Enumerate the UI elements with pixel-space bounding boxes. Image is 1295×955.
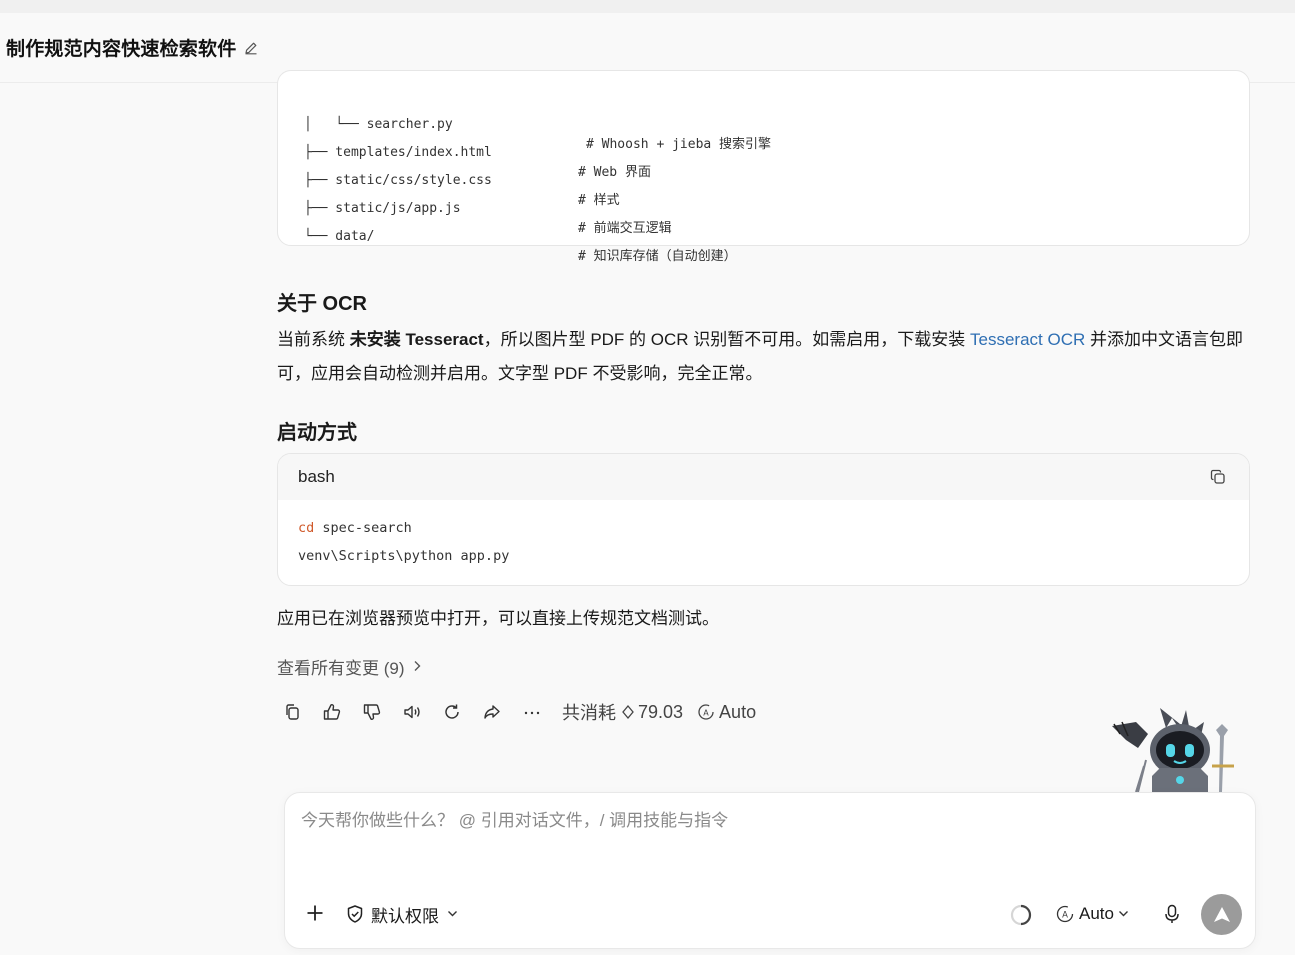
auto-mode-icon: A: [697, 703, 715, 721]
send-button[interactable]: [1201, 894, 1242, 935]
tree-path: └── data/: [304, 229, 375, 244]
code-line-1-rest: spec-search: [314, 520, 412, 536]
mascot-robot-image: [1108, 700, 1238, 793]
bash-code-block: bash cd spec-search venv\Scripts\python …: [277, 453, 1250, 586]
add-attachment-icon[interactable]: [303, 901, 327, 925]
more-options-icon[interactable]: [520, 700, 544, 724]
send-arrow-icon: [1213, 906, 1230, 922]
tree-line: ├── static/css/style.css # 样式: [278, 151, 620, 208]
tree-comment: # 样式: [578, 193, 620, 208]
shield-check-icon: [345, 904, 365, 924]
svg-text:A: A: [703, 709, 709, 718]
tree-line: │ └── searcher.py # Whoosh + jieba 搜索引擎: [278, 95, 771, 152]
thumbs-down-icon[interactable]: [360, 700, 384, 724]
tree-path: ├── static/js/app.js: [304, 201, 461, 216]
chat-title: 制作规范内容快速检索软件: [6, 39, 237, 60]
share-icon[interactable]: [480, 700, 504, 724]
file-tree-code-block: │ └── searcher.py # Whoosh + jieba 搜索引擎 …: [277, 70, 1250, 264]
tree-line: ├── static/js/app.js # 前端交互逻辑: [278, 179, 672, 236]
ocr-paragraph: 当前系统 未安装 Tesseract，所以图片型 PDF 的 OCR 识别暂不可…: [277, 323, 1247, 391]
diamond-icon: [622, 705, 634, 719]
window-top-strip: [0, 0, 1295, 13]
model-selector[interactable]: A Auto: [1055, 901, 1129, 927]
code-language-label: bash: [298, 467, 335, 486]
tree-path: │ └── searcher.py: [304, 117, 453, 132]
tree-path: ├── templates/index.html: [304, 145, 492, 160]
auto-model-icon: A: [1055, 904, 1075, 924]
code-keyword: cd: [298, 520, 315, 536]
thumbs-up-icon[interactable]: [320, 700, 344, 724]
ocr-heading: 关于 OCR: [277, 293, 367, 315]
code-line-2: venv\Scripts\python app.py: [298, 548, 510, 564]
code-content: cd spec-search venv\Scripts\python app.p…: [278, 500, 1249, 570]
read-aloud-icon[interactable]: [400, 700, 424, 724]
ocr-bold-text: 未安装 Tesseract: [349, 330, 484, 349]
usage-label: 共消耗: [562, 703, 616, 723]
tree-comment: # 知识库存储（自动创建）: [578, 249, 737, 264]
tesseract-link[interactable]: Tesseract OCR: [970, 330, 1085, 349]
tree-path: ├── static/css/style.css: [304, 173, 492, 188]
copy-icon[interactable]: [280, 700, 304, 724]
ocr-text-1: 当前系统: [277, 330, 350, 349]
usage-value: 79.03: [638, 701, 684, 722]
chevron-down-icon: [1118, 910, 1129, 918]
chevron-down-icon: [447, 910, 458, 918]
tree-line: ├── templates/index.html # Web 界面: [278, 123, 651, 180]
regenerate-icon[interactable]: [440, 700, 464, 724]
changes-label: 查看所有变更 (9): [277, 659, 405, 678]
model-label: Auto: [1079, 904, 1114, 923]
permission-dropdown[interactable]: 默认权限: [345, 901, 458, 927]
message-input[interactable]: [301, 811, 1201, 831]
ocr-text-2: ，所以图片型 PDF 的 OCR 识别暂不可用。如需启用，下载安装: [483, 330, 970, 349]
microphone-icon[interactable]: [1161, 903, 1183, 925]
tree-comment: # Web 界面: [578, 165, 651, 180]
copy-code-icon[interactable]: [1207, 466, 1229, 488]
opened-message: 应用已在浏览器预览中打开，可以直接上传规范文档测试。: [277, 609, 719, 628]
message-actions-bar: 共消耗 79.03 A Auto: [280, 698, 756, 726]
usage-mode: A Auto: [697, 702, 756, 723]
view-all-changes-link[interactable]: 查看所有变更 (9): [277, 654, 422, 679]
usage-mode-label: Auto: [719, 701, 757, 722]
code-block-header: bash: [278, 454, 1249, 500]
start-heading: 启动方式: [277, 422, 357, 444]
edit-title-icon[interactable]: [244, 41, 258, 55]
tree-comment: # Whoosh + jieba 搜索引擎: [586, 137, 772, 152]
message-composer: 默认权限 A Auto: [284, 792, 1256, 949]
permission-label: 默认权限: [371, 906, 439, 926]
svg-text:A: A: [1062, 911, 1068, 921]
chevron-right-icon: [413, 657, 422, 677]
usage-info: 共消耗 79.03 A Auto: [562, 699, 756, 725]
tree-line: └── data/ # 知识库存储（自动创建）: [278, 207, 737, 264]
tree-comment: # 前端交互逻辑: [578, 221, 672, 236]
loading-spinner-icon[interactable]: [1009, 903, 1033, 927]
